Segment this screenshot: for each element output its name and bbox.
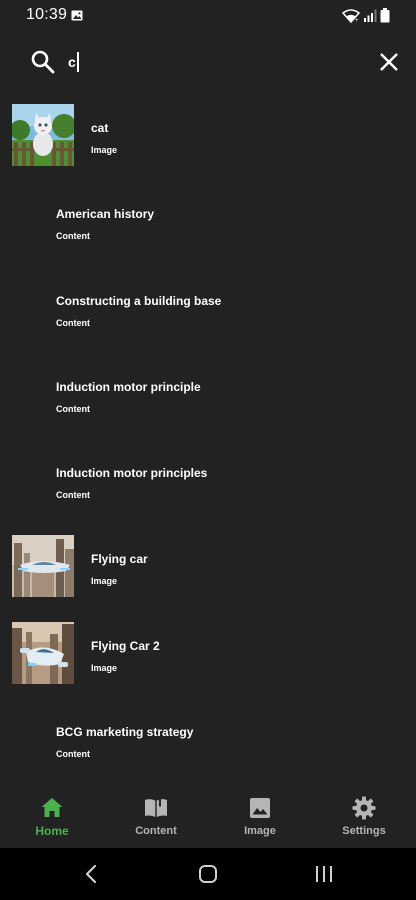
result-title: Flying Car 2: [91, 638, 160, 653]
book-icon: [145, 799, 167, 817]
result-title: Constructing a building base: [56, 293, 222, 308]
gallery-icon: [71, 10, 83, 21]
result-type: Image: [91, 145, 118, 155]
nav-label-image: Image: [244, 825, 276, 837]
signal-icon: [364, 9, 377, 22]
back-icon[interactable]: [84, 864, 98, 884]
result-title: cat: [91, 121, 109, 135]
status-icons: +: [342, 8, 390, 23]
nav-label-home: Home: [35, 824, 69, 838]
flying-car-2-thumbnail: [12, 621, 74, 684]
nav-item-settings[interactable]: Settings: [312, 788, 416, 848]
text-caret: [76, 52, 79, 72]
image-icon: [250, 798, 270, 818]
result-title: Induction motor principles: [56, 466, 208, 481]
list-item[interactable]: BCG marketing strategy Content: [0, 694, 416, 780]
battery-icon: [380, 8, 390, 23]
system-navigation-bar: [0, 848, 416, 900]
svg-text:+: +: [355, 18, 359, 23]
list-item[interactable]: cat Image: [0, 90, 416, 176]
result-type: Content: [56, 403, 90, 414]
result-type: Content: [56, 490, 90, 501]
search-screen: 10:39 + c cat Image American history Con…: [0, 0, 416, 900]
list-item[interactable]: Flying Car 2 Image: [0, 608, 416, 694]
home-icon: [41, 798, 63, 817]
result-title: Induction motor principle: [56, 379, 201, 394]
list-item[interactable]: Induction motor principle Content: [0, 349, 416, 435]
result-title: American history: [56, 207, 155, 222]
list-item[interactable]: Flying car Image: [0, 521, 416, 607]
nav-label-settings: Settings: [342, 825, 386, 837]
nav-item-content[interactable]: Content: [104, 788, 208, 848]
search-bar: c: [0, 36, 416, 88]
search-icon[interactable]: [30, 49, 56, 75]
nav-item-home[interactable]: Home: [0, 788, 104, 848]
bottom-navigation: Home Content Image Settings: [0, 788, 416, 848]
result-title: BCG marketing strategy: [56, 725, 194, 740]
search-input[interactable]: c: [68, 48, 358, 76]
list-item[interactable]: American history Content: [0, 176, 416, 262]
list-item[interactable]: Induction motor principles Content: [0, 435, 416, 521]
result-type: Image: [91, 662, 118, 673]
result-type: Image: [91, 576, 118, 587]
result-title: Flying car: [91, 552, 148, 567]
flying-car-thumbnail: [12, 535, 74, 598]
home-button-icon[interactable]: [198, 864, 218, 884]
search-input-value: c: [68, 54, 76, 70]
recent-apps-icon[interactable]: [314, 865, 334, 883]
gear-icon: [352, 796, 376, 820]
status-time: 10:39: [26, 6, 68, 23]
wifi-icon: +: [342, 8, 360, 23]
cat-on-fence-thumbnail: [12, 104, 74, 166]
close-icon[interactable]: [377, 50, 401, 74]
result-type: Content: [56, 231, 90, 242]
list-item[interactable]: Constructing a building base Content: [0, 263, 416, 349]
result-type: Content: [56, 749, 90, 760]
status-bar: 10:39 +: [0, 0, 416, 32]
search-results-list: cat Image American history Content Const…: [0, 90, 416, 780]
nav-item-image[interactable]: Image: [208, 788, 312, 848]
result-type: Content: [56, 317, 90, 328]
nav-label-content: Content: [135, 825, 177, 837]
